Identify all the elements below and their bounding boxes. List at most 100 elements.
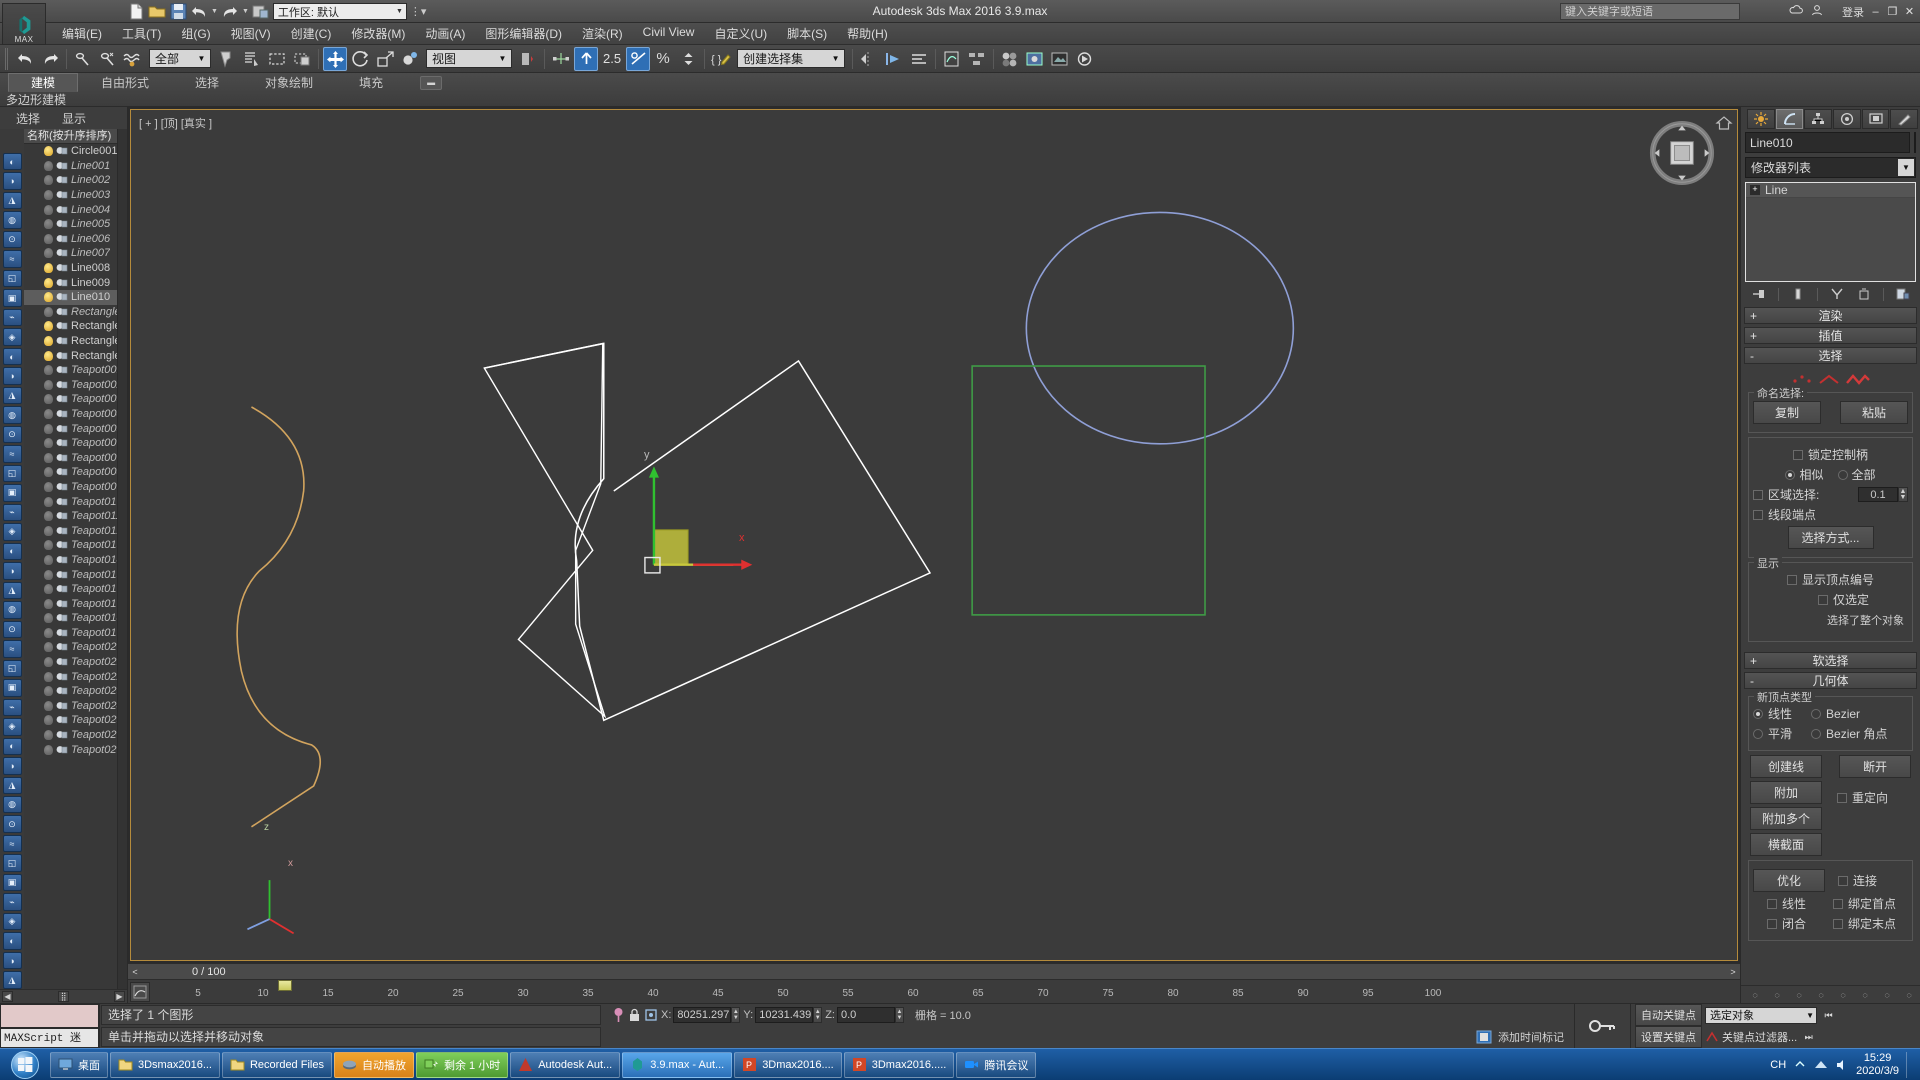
ribbon-tab-2[interactable]: 选择: [172, 73, 242, 92]
select-similar-tool-icon[interactable]: ◑: [2, 172, 22, 190]
options-explorer-icon[interactable]: ◑: [2, 562, 22, 580]
zoom-all-icon[interactable]: ◌: [1768, 987, 1786, 1002]
reference-coordinate-combo[interactable]: 视图 ▼: [426, 49, 512, 68]
material-editor-icon[interactable]: [998, 47, 1022, 71]
smooth-radio[interactable]: [1753, 728, 1763, 739]
coord-x-field[interactable]: X: 80251.297 ▲ ▼: [661, 1007, 741, 1023]
find-explorer-icon[interactable]: ◍: [2, 601, 22, 619]
area-select-checkbox[interactable]: [1753, 489, 1763, 500]
viewcube-home-icon[interactable]: [1715, 114, 1733, 132]
collapse-all-icon[interactable]: ⌁: [2, 503, 22, 522]
explorer-row-35[interactable]: Teapot021: [24, 655, 117, 670]
login-link[interactable]: 登录: [1842, 4, 1864, 20]
light-bulb-icon[interactable]: [44, 481, 53, 492]
bezier-radio[interactable]: [1811, 708, 1822, 719]
rollout-geometry-header[interactable]: - 几何体: [1744, 672, 1917, 689]
key-filters-icon[interactable]: [1705, 1030, 1719, 1044]
key-icon[interactable]: [1588, 1018, 1618, 1034]
remove-modifier-icon[interactable]: [1856, 286, 1872, 302]
select-geometry-tool-icon[interactable]: ▣: [2, 289, 22, 307]
explorer-row-28[interactable]: Teapot014: [24, 553, 117, 568]
explorer-scroll-left-button[interactable]: ◀: [2, 991, 13, 1002]
explorer-row-41[interactable]: Teapot027: [24, 742, 117, 757]
menu-item-5[interactable]: 修改器(M): [341, 23, 415, 44]
extra-icon[interactable]: ◐: [2, 932, 22, 950]
select-group-tool-icon[interactable]: ◱: [2, 269, 22, 288]
light-bulb-icon[interactable]: [44, 613, 53, 624]
linear-radio[interactable]: [1753, 708, 1763, 719]
menu-item-7[interactable]: 图形编辑器(D): [475, 23, 572, 44]
redo-button[interactable]: [38, 47, 62, 71]
unhide-icon[interactable]: ▣: [2, 679, 22, 697]
menu-item-2[interactable]: 组(G): [171, 23, 220, 44]
lock-icon[interactable]: [628, 1007, 641, 1023]
sort-asc-icon[interactable]: ◱: [2, 464, 22, 483]
light-bulb-icon[interactable]: [44, 511, 53, 522]
select-and-scale-button[interactable]: [373, 47, 397, 71]
close-button[interactable]: ✕: [1901, 0, 1918, 23]
connect-checkbox[interactable]: [1838, 875, 1848, 886]
light-bulb-icon[interactable]: [44, 292, 53, 303]
cloud-icon[interactable]: [1789, 3, 1803, 17]
maximize-viewport-icon[interactable]: ◌: [1878, 987, 1896, 1002]
spinner-arrows-icon[interactable]: ▲ ▼: [1898, 487, 1908, 502]
field-of-view-icon[interactable]: ◌: [1900, 987, 1918, 1002]
explorer-row-25[interactable]: Teapot011: [24, 509, 117, 524]
filter-explorer-icon[interactable]: ◮: [2, 581, 22, 600]
motion-tab[interactable]: [1833, 109, 1861, 129]
chevron-down-icon-3[interactable]: ▼: [829, 54, 842, 63]
pin-explorer-icon[interactable]: ◈: [2, 523, 22, 541]
explorer-row-3[interactable]: Line003: [24, 188, 117, 203]
light-bulb-icon[interactable]: [44, 671, 53, 682]
light-bulb-icon[interactable]: [44, 350, 53, 361]
explorer-row-14[interactable]: Rectangle004: [24, 348, 117, 363]
extra3-icon[interactable]: ◮: [2, 971, 22, 989]
explorer-tab-display[interactable]: 显示: [62, 110, 86, 127]
light-bulb-icon[interactable]: [44, 175, 53, 186]
object-color-swatch[interactable]: [1914, 132, 1916, 153]
attach-button[interactable]: 附加: [1750, 781, 1822, 804]
light-bulb-icon[interactable]: [44, 394, 53, 405]
menu-item-3[interactable]: 视图(V): [221, 23, 281, 44]
select-shape-tool-icon[interactable]: ⌁: [2, 308, 22, 327]
reorient-checkbox[interactable]: [1837, 792, 1847, 803]
explorer-row-27[interactable]: Teapot013: [24, 538, 117, 553]
explorer-row-33[interactable]: Teapot019: [24, 626, 117, 641]
zoom-extents-icon[interactable]: ◌: [1790, 987, 1808, 1002]
zoom-region-icon[interactable]: ◌: [1812, 987, 1830, 1002]
light-bulb-icon[interactable]: [44, 657, 53, 668]
workspace-combo[interactable]: 工作区: 默认 ▼: [272, 3, 407, 20]
toolbar-grip[interactable]: [4, 47, 10, 70]
add-time-tag-icon[interactable]: [1475, 1029, 1493, 1045]
segment-icon[interactable]: [1818, 372, 1840, 386]
alike-radio[interactable]: [1785, 469, 1796, 480]
light-bulb-icon[interactable]: [44, 277, 53, 288]
explorer-row-40[interactable]: Teapot026: [24, 728, 117, 743]
snaps-toggle-icon[interactable]: [549, 47, 573, 71]
viewport-top-realistic[interactable]: [ + ] [顶] [真实 ] x y z x: [130, 109, 1738, 961]
coord-x-spinner[interactable]: ▲ ▼: [731, 1007, 741, 1023]
attach-multiple-button[interactable]: 附加多个: [1750, 807, 1822, 830]
chevron-down-icon-workspace[interactable]: ▼: [396, 8, 403, 15]
explorer-row-34[interactable]: Teapot020: [24, 640, 117, 655]
isolate-icon[interactable]: ≈: [2, 445, 22, 463]
light-bulb-icon[interactable]: [44, 627, 53, 638]
menu-item-12[interactable]: 帮助(H): [837, 23, 898, 44]
snap-percent-value[interactable]: 2.5: [599, 51, 625, 66]
bind-last-checkbox[interactable]: [1833, 918, 1844, 929]
menu-item-8[interactable]: 渲染(R): [572, 23, 633, 44]
explorer-row-1[interactable]: Line001: [24, 159, 117, 174]
unlink-selection-icon[interactable]: [96, 47, 120, 71]
track-bar[interactable]: 5 10 15 20 25 30 35 40 45 50 55 60 65 70 75 80 85 90 95 100: [128, 979, 1740, 1003]
ribbon-minimize-button[interactable]: ▬: [420, 75, 443, 90]
area-select-spinner[interactable]: 0.1 ▲ ▼: [1858, 487, 1908, 502]
qat-more-icon[interactable]: ⋮▾: [410, 5, 427, 18]
menu-item-4[interactable]: 创建(C): [281, 23, 342, 44]
group-icon[interactable]: ◈: [2, 718, 22, 736]
props-icon[interactable]: ◍: [2, 795, 22, 814]
menu-item-9[interactable]: Civil View: [633, 23, 705, 44]
lock-handles-checkbox[interactable]: [1792, 449, 1803, 460]
more-icon[interactable]: ◈: [2, 912, 22, 931]
break-button[interactable]: 断开: [1839, 755, 1911, 778]
refine-linear-checkbox[interactable]: [1767, 898, 1777, 909]
